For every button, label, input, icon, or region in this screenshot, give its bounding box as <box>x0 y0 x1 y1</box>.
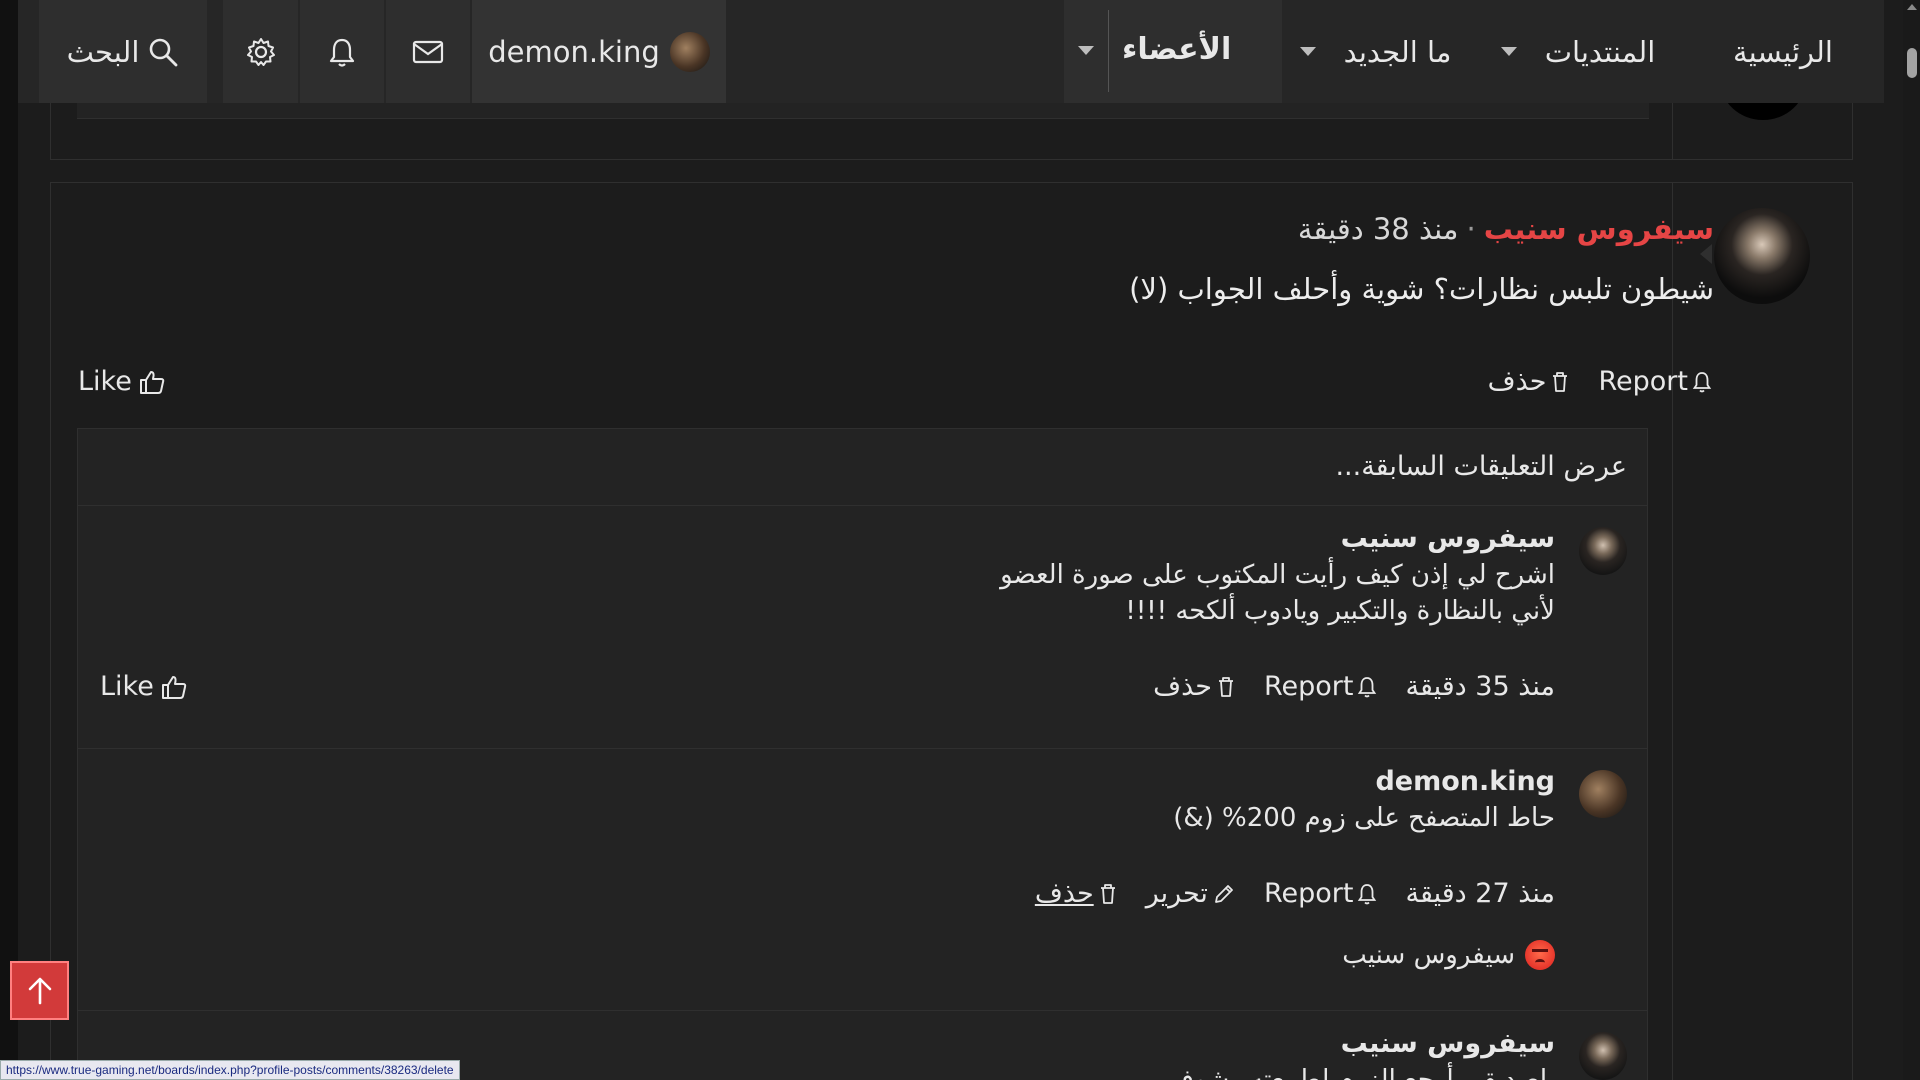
reaction-summary[interactable]: سيفروس سنيب <box>1342 940 1555 970</box>
report-button[interactable]: Report <box>1598 366 1712 397</box>
nav-whats-new[interactable]: ما الجديد <box>1273 0 1478 103</box>
post-time[interactable]: منذ 38 دقيقة <box>1298 212 1459 246</box>
nav-forums-label: المنتديات <box>1544 34 1656 69</box>
trash-icon <box>1550 370 1570 394</box>
comments-list: عرض التعليقات السابقة... سيفروس سنيب اشر… <box>77 428 1648 1080</box>
chevron-down-icon[interactable] <box>1500 47 1517 56</box>
comment-time[interactable]: منذ 35 دقيقة <box>1405 671 1555 702</box>
comment-actions: منذ 27 دقيقة Report تحرير حذف <box>1035 878 1555 909</box>
comment-author[interactable]: demon.king <box>1375 766 1555 797</box>
scroll-up-icon[interactable] <box>1907 4 1917 10</box>
nav-members[interactable]: الأعضاء <box>1064 0 1282 103</box>
trash-icon <box>1216 675 1236 699</box>
like-label: Like <box>78 366 132 397</box>
gear-icon <box>245 36 277 68</box>
nav-whats-new-label: ما الجديد <box>1343 34 1452 69</box>
post-actions: Report حذف <box>1488 366 1712 397</box>
delete-label: حذف <box>1034 878 1094 909</box>
account-menu-button[interactable]: demon.king <box>472 0 726 103</box>
comment-author[interactable]: سيفروس سنيب <box>1341 1028 1555 1059</box>
edit-label: تحرير <box>1145 878 1208 909</box>
alerts-button[interactable] <box>300 0 384 103</box>
like-label: Like <box>100 671 154 702</box>
delete-button[interactable]: حذف <box>1035 878 1118 909</box>
post-author-avatar[interactable] <box>1700 208 1810 304</box>
bell-icon <box>1692 370 1712 394</box>
comment-text-line: حاط المتصفح على زوم 200% (&) <box>1173 803 1555 833</box>
arrow-up-icon <box>26 976 54 1006</box>
comment-time[interactable]: منذ 27 دقيقة <box>1405 878 1555 909</box>
delete-label: حذف <box>1153 671 1212 702</box>
user-avatar <box>669 31 710 72</box>
delete-button[interactable]: حذف <box>1153 671 1236 702</box>
comment-actions: منذ 35 دقيقة Report حذف <box>1153 671 1555 702</box>
comment-item: demon.king حاط المتصفح على زوم 200% (&) … <box>78 748 1647 1010</box>
divider <box>1108 10 1109 92</box>
like-button[interactable]: Like <box>78 366 166 397</box>
angry-reaction-icon <box>1525 940 1555 970</box>
link-status-url: https://www.true-gaming.net/boards/index… <box>0 1060 460 1080</box>
delete-button[interactable]: حذف <box>1488 366 1571 397</box>
edit-button[interactable]: تحرير <box>1146 878 1236 909</box>
delete-label: حذف <box>1487 366 1547 397</box>
search-button[interactable]: البحث <box>39 0 207 103</box>
comment-item: سيفروس سنيب اشرح لي إذن كيف رأيت المكتوب… <box>78 505 1647 748</box>
post-author-link[interactable]: سيفروس سنيب <box>1484 212 1714 246</box>
nav-home[interactable]: الرئيسية <box>1708 0 1858 103</box>
chevron-down-icon[interactable] <box>1078 46 1094 55</box>
username-label: demon.king <box>488 34 660 69</box>
comment-text-line: اشرح لي إذن كيف رأيت المكتوب على صورة ال… <box>1000 560 1555 590</box>
nav-home-label: الرئيسية <box>1733 34 1833 69</box>
comment-text-line: ياصديقي أرجع الزوم لطبيعته وشوف <box>1167 1065 1555 1080</box>
post-header: سيفروس سنيب·منذ 38 دقيقة <box>1298 212 1714 246</box>
nav-members-label: الأعضاء <box>1122 32 1232 67</box>
comment-avatar[interactable] <box>1579 770 1627 818</box>
envelope-icon <box>412 39 444 65</box>
comment-author[interactable]: سيفروس سنيب <box>1341 523 1555 554</box>
thumbs-up-icon <box>138 368 166 396</box>
inbox-button[interactable] <box>386 0 470 103</box>
report-label: Report <box>1263 671 1354 702</box>
post-avatar-column <box>1672 183 1852 1080</box>
pencil-icon <box>1212 882 1236 906</box>
report-label: Report <box>1263 878 1354 909</box>
nav-forums[interactable]: المنتديات <box>1478 0 1678 103</box>
separator-dot: · <box>1466 212 1476 246</box>
thumbs-up-icon <box>160 673 188 701</box>
report-button[interactable]: Report <box>1264 878 1378 909</box>
comment-avatar[interactable] <box>1579 527 1627 575</box>
settings-button[interactable] <box>223 0 298 103</box>
load-previous-comments-link[interactable]: عرض التعليقات السابقة... <box>1335 451 1627 482</box>
top-navigation: البحث demon.king الأعضاء ما الجديد المنت… <box>18 0 1884 103</box>
bell-icon <box>1357 882 1377 906</box>
back-to-top-button[interactable] <box>10 961 69 1020</box>
search-icon <box>147 36 179 68</box>
comment-avatar[interactable] <box>1579 1032 1627 1080</box>
vertical-scrollbar[interactable] <box>1903 0 1920 1080</box>
post-body: شيطون تلبس نظارات؟ شوية وأحلف الجواب (لا… <box>1129 272 1714 306</box>
like-button[interactable]: Like <box>100 671 188 702</box>
report-button[interactable]: Report <box>1264 671 1378 702</box>
search-label: البحث <box>66 34 140 69</box>
scrollbar-thumb[interactable] <box>1907 48 1917 78</box>
reaction-user: سيفروس سنيب <box>1342 940 1515 970</box>
bell-icon <box>1357 675 1377 699</box>
trash-icon <box>1098 882 1118 906</box>
bell-icon <box>327 36 357 68</box>
report-label: Report <box>1598 366 1688 397</box>
chevron-down-icon[interactable] <box>1299 47 1316 56</box>
comment-text-line: لأني بالنظارة والتكبير ويادوب ألكحه !!!! <box>1125 596 1555 626</box>
